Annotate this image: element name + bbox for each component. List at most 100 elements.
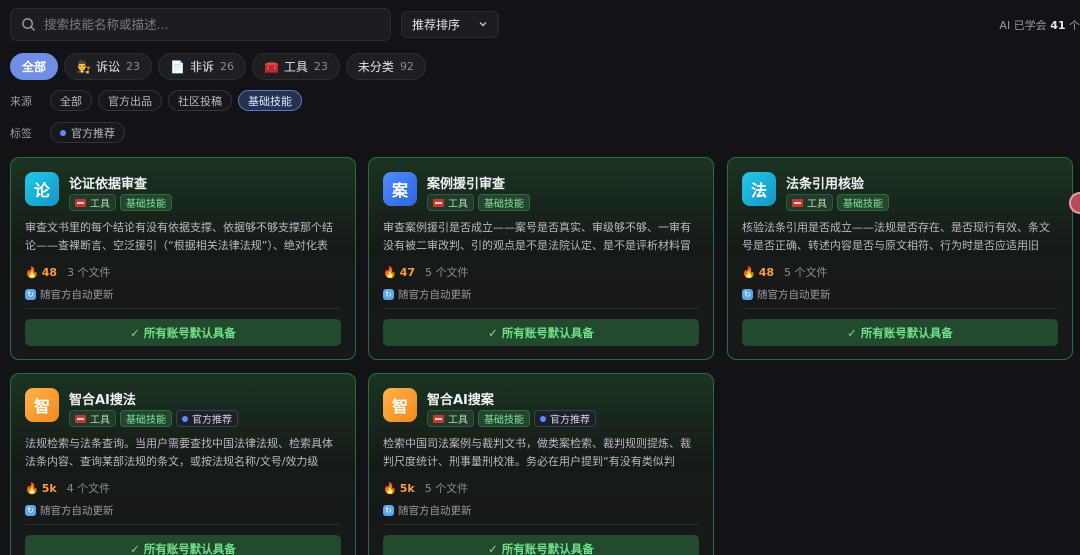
toolbox-icon (792, 198, 803, 207)
tag-label: 标签 (10, 126, 32, 140)
default-enabled-button[interactable]: ✓ 所有账号默认具备 (25, 535, 341, 555)
toolbox-icon (433, 414, 444, 423)
dot-icon (60, 129, 66, 136)
category-chip-uncategorized[interactable]: 未分类 92 (345, 53, 426, 80)
sort-dropdown[interactable]: 推荐排序 (401, 11, 499, 38)
fire-icon: 🔥 (383, 265, 397, 279)
skill-description: 审查案例援引是否成立——案号是否真实、审级够不够、一审有没有被二审改判、引的观点… (383, 221, 691, 252)
skill-title: 案例援引审查 (427, 177, 506, 192)
tag-basic: 基础技能 (478, 194, 530, 211)
source-filter-row: 来源 全部 官方出品 社区投稿 基础技能 (10, 90, 302, 111)
search-input[interactable] (44, 17, 364, 32)
sort-label: 推荐排序 (412, 18, 461, 32)
skill-tags: 工具 基础技能 (786, 194, 889, 211)
sync-icon: ↻ (742, 289, 753, 300)
skill-card[interactable]: 论 论证依据审查 工具 基础技能 审查文书里的每个结论有没有依据支撑、依据够不够… (10, 157, 356, 360)
sync-icon: ↻ (25, 289, 36, 300)
toolbox-icon (75, 414, 86, 423)
skill-avatar: 法 (742, 172, 776, 206)
tag-tool: 工具 (69, 194, 116, 211)
dot-icon (540, 415, 546, 422)
file-count: 3 个文件 (67, 266, 111, 279)
skill-card[interactable]: 法 法条引用核验 工具 基础技能 核验法条引用是否成立——法规是否存在、是否现行… (727, 157, 1073, 360)
source-label: 来源 (10, 94, 32, 108)
tag-official-recommend: 官方推荐 (176, 410, 238, 427)
judge-icon: 👨‍⚖️ (76, 59, 91, 74)
category-chip-all[interactable]: 全部 (10, 53, 59, 80)
dot-icon (182, 415, 188, 422)
tag-filter-row: 标签 官方推荐 (10, 122, 125, 143)
tag-tool: 工具 (786, 194, 833, 211)
sync-icon: ↻ (383, 505, 394, 516)
fire-icon: 🔥 (383, 481, 397, 495)
default-enabled-button[interactable]: ✓ 所有账号默认具备 (383, 319, 699, 346)
skill-title: 智合AI搜案 (427, 393, 494, 408)
file-count: 5 个文件 (425, 266, 469, 279)
file-count: 5 个文件 (424, 482, 469, 495)
tag-tool: 工具 (69, 410, 116, 427)
skill-stats: 🔥 48 3 个文件 (25, 264, 111, 280)
skill-card[interactable]: 案 案例援引审查 工具 基础技能 审查案例援引是否成立——案号是否真实、审级够不… (368, 157, 714, 360)
toolbox-icon (433, 198, 444, 207)
divider (25, 524, 341, 525)
source-pill-basic[interactable]: 基础技能 (238, 90, 302, 111)
auto-update: ↻ 随官方自动更新 (742, 287, 831, 302)
fire-icon: 🔥 (742, 265, 756, 279)
tag-basic: 基础技能 (837, 194, 889, 211)
tag-tool: 工具 (427, 194, 474, 211)
heat-count: 48 (41, 265, 58, 279)
divider (383, 524, 699, 525)
file-count: 5 个文件 (784, 266, 828, 279)
skill-stats: 🔥 48 5 个文件 (742, 264, 828, 280)
tag-official-recommend: 官方推荐 (534, 410, 596, 427)
skill-card[interactable]: 智 智合AI搜案 工具 基础技能 官方推荐 检索中国司法案例与裁判文书，做类案检… (368, 373, 714, 555)
file-count: 4 个文件 (66, 482, 111, 495)
default-enabled-button[interactable]: ✓ 所有账号默认具备 (742, 319, 1058, 346)
skill-description: 审查文书里的每个结论有没有依据支撑、依据够不够支撑那个结论——查裸断言、空泛援引… (25, 221, 333, 252)
auto-update: ↻ 随官方自动更新 (25, 503, 114, 518)
skill-tags: 工具 基础技能 (427, 194, 530, 211)
toolbox-icon: 🧰 (263, 59, 279, 74)
auto-update: ↻ 随官方自动更新 (383, 287, 472, 302)
heat-count: 47 (399, 265, 416, 279)
skill-title: 论证依据审查 (69, 177, 148, 192)
auto-update: ↻ 随官方自动更新 (383, 503, 472, 518)
chevron-down-icon (479, 22, 487, 27)
tag-basic: 基础技能 (478, 410, 530, 427)
default-enabled-button[interactable]: ✓ 所有账号默认具备 (25, 319, 341, 346)
skill-stats: 🔥 5k 4 个文件 (25, 480, 110, 496)
skill-avatar: 案 (383, 172, 417, 206)
skill-avatar: 智 (383, 388, 417, 422)
source-pill-community[interactable]: 社区投稿 (168, 90, 232, 111)
category-chip-litigation[interactable]: 👨‍⚖️ 诉讼 23 (64, 53, 152, 80)
document-icon: 📄 (169, 59, 185, 74)
search-box[interactable] (10, 8, 391, 41)
skill-stats: 🔥 47 5 个文件 (383, 264, 469, 280)
divider (383, 308, 699, 309)
category-chip-tools[interactable]: 🧰 工具 23 (251, 53, 340, 80)
source-pill-all[interactable]: 全部 (50, 90, 92, 111)
skill-description: 法规检索与法条查询。当用户需要查找中国法律法规、检索具体法条内容、查询某部法规的… (25, 437, 333, 468)
skill-title: 法条引用核验 (786, 177, 865, 192)
search-icon (22, 18, 35, 31)
auto-update: ↻ 随官方自动更新 (25, 287, 114, 302)
tag-pill-official-recommend[interactable]: 官方推荐 (50, 122, 125, 143)
skill-avatar: 论 (25, 172, 59, 206)
default-enabled-button[interactable]: ✓ 所有账号默认具备 (383, 535, 699, 555)
skill-card[interactable]: 智 智合AI搜法 工具 基础技能 官方推荐 法规检索与法条查询。当用户需要查找中… (10, 373, 356, 555)
tag-basic: 基础技能 (120, 194, 172, 211)
heat-count: 5k (41, 481, 57, 495)
sync-icon: ↻ (25, 505, 36, 516)
fire-icon: 🔥 (25, 265, 39, 279)
skill-tags: 工具 基础技能 官方推荐 (427, 410, 596, 427)
skill-description: 核验法条引用是否成立——法规是否存在、是否现行有效、条文号是否正确、转述内容是否… (742, 221, 1050, 252)
sync-icon: ↻ (383, 289, 394, 300)
fire-icon: 🔥 (25, 481, 39, 495)
skill-tags: 工具 基础技能 (69, 194, 172, 211)
toolbox-icon (75, 198, 86, 207)
divider (742, 308, 1058, 309)
category-chip-nonlitigation[interactable]: 📄 非诉 26 (157, 53, 246, 80)
skill-stats: 🔥 5k 5 个文件 (383, 480, 468, 496)
skill-title: 智合AI搜法 (69, 393, 136, 408)
source-pill-official[interactable]: 官方出品 (98, 90, 162, 111)
